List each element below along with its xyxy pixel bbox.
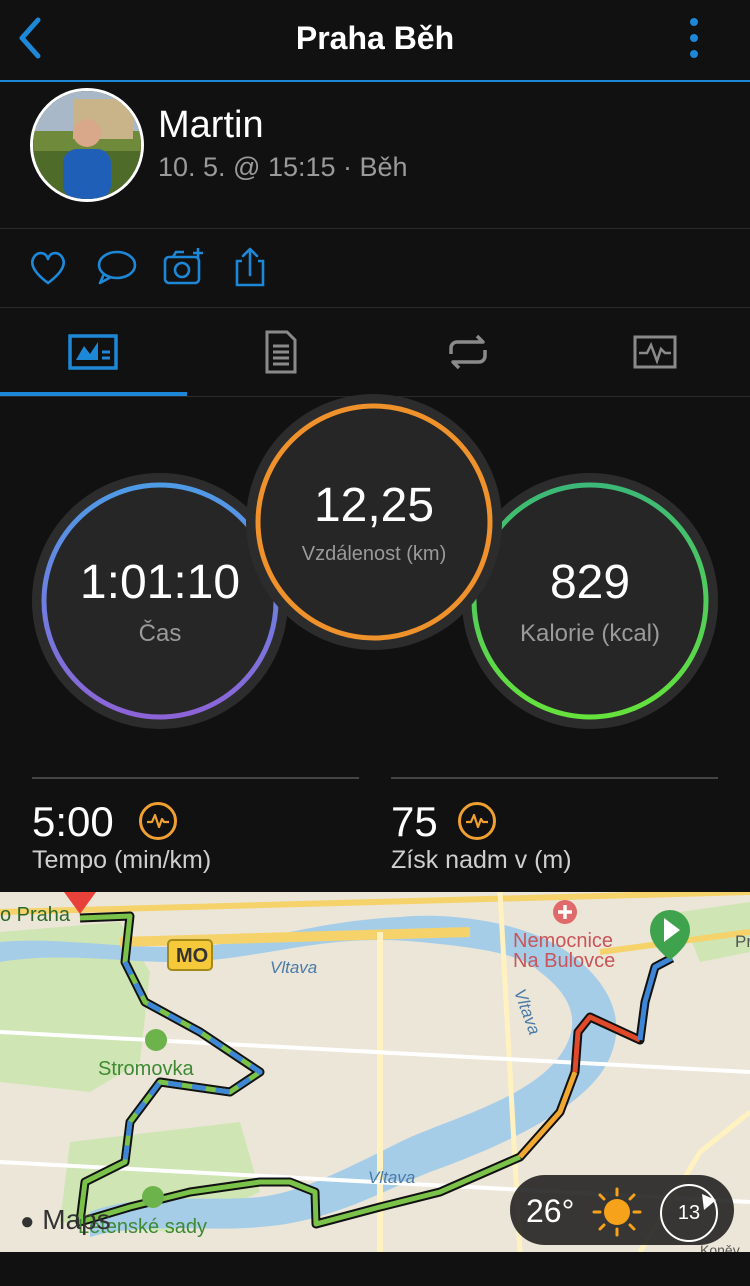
temperature: 26°	[526, 1193, 575, 1229]
heart-icon[interactable]	[26, 245, 70, 289]
time-value: 1:01:10	[79, 555, 241, 609]
pace-label: Tempo (min/km)	[32, 846, 212, 874]
map-label-vltava: Vltava	[368, 1168, 416, 1187]
elevation-chart-icon[interactable]	[458, 802, 496, 840]
more-options-icon[interactable]	[684, 16, 704, 60]
distance-ring: 12,25 Vzdálenost (km)	[246, 394, 502, 650]
tab-details[interactable]	[187, 308, 374, 396]
page-title: Praha Běh	[295, 20, 455, 56]
tab-bar	[0, 308, 750, 397]
map-label-stromovka: Stromovka	[98, 1058, 194, 1080]
activity-meta: 10. 5. @ 15:15 · Běh	[158, 152, 408, 182]
user-name[interactable]: Martin	[158, 104, 264, 147]
map-label-hospital: Na Bulovce	[513, 950, 616, 972]
divider	[32, 777, 359, 779]
map-label-vltava: Vltava	[270, 958, 318, 977]
distance-label: Vzdálenost (km)	[301, 543, 447, 565]
tab-laps[interactable]	[374, 308, 561, 396]
elevation-value: 75	[391, 798, 438, 845]
distance-value: 12,25	[313, 479, 435, 532]
bottom-bar	[0, 1252, 750, 1286]
pace-value: 5:00	[32, 798, 114, 845]
comment-icon[interactable]	[94, 245, 138, 289]
tab-charts[interactable]	[561, 308, 748, 396]
maps-logo-text: Maps	[42, 1204, 111, 1235]
time-label: Čas	[138, 619, 182, 647]
divider	[391, 777, 718, 779]
apple-logo-icon: ●	[20, 1208, 35, 1235]
map-label-mo: MO	[176, 945, 209, 967]
tab-stats[interactable]	[0, 308, 187, 396]
map-label-pr: Pr	[735, 932, 750, 951]
elevation-label: Získ nadm v (m)	[391, 846, 572, 874]
charts-tab-icon	[633, 335, 676, 369]
activity-header: Martin 10. 5. @ 15:15 · Běh	[0, 82, 750, 229]
action-bar	[0, 229, 750, 308]
share-icon[interactable]	[228, 245, 272, 289]
pace-chart-icon[interactable]	[139, 802, 177, 840]
camera-add-icon[interactable]	[162, 245, 206, 289]
stats-tab-icon	[67, 334, 118, 370]
active-tab-indicator	[0, 392, 187, 396]
maps-logo: ● Maps	[20, 1204, 111, 1236]
sun-icon	[592, 1187, 642, 1237]
map-label-praha: o Praha	[0, 904, 71, 926]
laps-tab-icon	[448, 334, 487, 370]
calories-label: Kalorie (kcal)	[519, 619, 661, 647]
wind-speed: 13	[677, 1202, 701, 1224]
calories-value: 829	[549, 555, 631, 609]
details-tab-icon	[265, 330, 296, 374]
avatar[interactable]	[30, 88, 144, 202]
